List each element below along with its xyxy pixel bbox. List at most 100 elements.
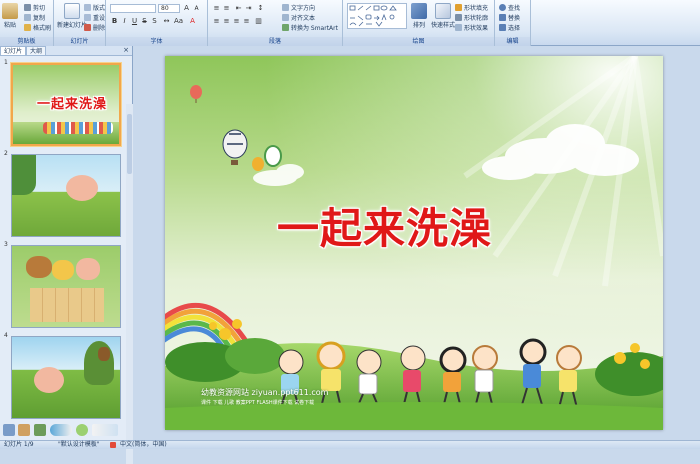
- chick-illustration: [52, 260, 74, 280]
- text-direction-icon: [282, 4, 289, 11]
- font-group-label: 字体: [106, 37, 207, 46]
- cloud-icon[interactable]: [92, 424, 118, 436]
- shrink-font-icon[interactable]: A: [192, 4, 201, 13]
- sorter-view-icon[interactable]: [18, 424, 30, 436]
- slide-number: 2: [4, 150, 8, 157]
- foreground-grass: [165, 402, 663, 430]
- slide-thumbnail-1[interactable]: 一起来洗澡: [11, 63, 121, 146]
- align-right-icon[interactable]: ≡: [232, 17, 241, 26]
- italic-icon[interactable]: I: [120, 17, 129, 26]
- strikethrough-icon[interactable]: S: [140, 17, 149, 26]
- replace-button[interactable]: 替换: [499, 13, 520, 22]
- layout-icon: [84, 4, 91, 11]
- find-button[interactable]: 查找: [499, 3, 520, 12]
- pen-icon: [455, 14, 462, 21]
- convert-smartart-button[interactable]: 转换为 SmartArt: [282, 23, 338, 32]
- proofing-icon[interactable]: [110, 442, 116, 448]
- tab-slides[interactable]: 幻灯片: [0, 46, 27, 55]
- shadow-icon[interactable]: S: [150, 17, 159, 26]
- quick-styles-button[interactable]: 快速样式: [431, 3, 455, 29]
- paste-button[interactable]: 粘贴: [2, 3, 18, 29]
- clipboard-group-label: 剪贴板: [0, 37, 53, 46]
- reset-icon: [84, 14, 91, 21]
- numbering-icon[interactable]: ≡: [222, 4, 231, 13]
- cut-button[interactable]: 剪切: [24, 3, 45, 12]
- paste-label: 粘贴: [3, 22, 16, 29]
- monkey-illustration: [98, 347, 110, 361]
- copy-button[interactable]: 复制: [24, 13, 45, 22]
- font-color-icon[interactable]: A: [188, 17, 197, 26]
- shapes-gallery-icons: [349, 5, 397, 27]
- new-slide-button[interactable]: 新建幻灯片: [57, 3, 87, 29]
- shape-fill-button[interactable]: 形状填充: [455, 3, 488, 12]
- bullets-icon[interactable]: ≡: [212, 4, 221, 13]
- text-direction-button[interactable]: 文字方向: [282, 3, 315, 12]
- pig-illustration: [34, 367, 64, 393]
- paragraph-group-label: 段落: [208, 37, 342, 46]
- quick-styles-icon: [435, 3, 451, 19]
- font-name-combo[interactable]: [110, 4, 156, 13]
- change-case-icon[interactable]: Aa: [174, 17, 183, 26]
- clipboard-group: 粘贴 剪切 复制 格式刷 剪贴板: [0, 0, 54, 46]
- swirl-icon[interactable]: [50, 424, 72, 436]
- paste-icon: [2, 3, 18, 19]
- tab-outline[interactable]: 大纲: [26, 46, 47, 55]
- shapes-gallery[interactable]: [347, 3, 407, 29]
- slide-number: 1: [4, 59, 8, 66]
- watermark-subtext: 课件 下载 儿歌 教案PPT FLASH课件下载 试卷下载: [201, 400, 315, 406]
- theme-name: "默认设计模板": [58, 441, 100, 448]
- paragraph-group: ≡ ≡ ⇤ ⇥ ↕ ≡ ≡ ≡ ≡ ▥ 文字方向 对齐文本 转换为 SmartA…: [208, 0, 343, 46]
- reset-button[interactable]: 重设: [84, 13, 105, 22]
- bold-icon[interactable]: B: [110, 17, 119, 26]
- increase-indent-icon[interactable]: ⇥: [244, 4, 253, 13]
- close-icon[interactable]: ×: [123, 46, 129, 55]
- justify-icon[interactable]: ≡: [242, 17, 251, 26]
- format-painter-button[interactable]: 格式刷: [24, 23, 51, 32]
- panel-tabs: 幻灯片 大纲 ×: [0, 46, 132, 56]
- dog-illustration: [26, 256, 52, 278]
- smartart-icon: [282, 24, 289, 31]
- main-slide[interactable]: 一起来洗澡 幼教资源网站 ziyuan.ppt611.com 课件 下载 儿歌 …: [165, 56, 663, 430]
- line-spacing-icon[interactable]: ↕: [256, 4, 265, 13]
- shape-icon[interactable]: [76, 424, 88, 436]
- layout-button[interactable]: 版式: [84, 3, 105, 12]
- cursor-icon: [499, 24, 506, 31]
- tree-illustration: [12, 155, 36, 195]
- align-left-icon[interactable]: ≡: [212, 17, 221, 26]
- quick-styles-label: 快速样式: [431, 22, 456, 29]
- font-size-combo[interactable]: 80: [158, 4, 180, 13]
- editing-group-label: 编辑: [495, 37, 530, 46]
- align-text-icon: [282, 14, 289, 21]
- slide-thumbnail-4[interactable]: [11, 336, 121, 419]
- slide-title[interactable]: 一起来洗澡: [277, 195, 492, 256]
- status-bar: 幻灯片 1/9 "默认设计模板" 中文(简体，中国): [0, 440, 700, 449]
- scissors-icon: [24, 4, 31, 11]
- normal-view-icon[interactable]: [3, 424, 15, 436]
- shape-effects-button[interactable]: 形状效果: [455, 23, 488, 32]
- align-center-icon[interactable]: ≡: [222, 17, 231, 26]
- select-button[interactable]: 选择: [499, 23, 520, 32]
- spacing-icon[interactable]: ↔: [162, 17, 171, 26]
- shape-outline-button[interactable]: 形状轮廓: [455, 13, 488, 22]
- slide-thumbnail-2[interactable]: [11, 154, 121, 237]
- slide-editor: 一起来洗澡 幼教资源网站 ziyuan.ppt611.com 课件 下载 儿歌 …: [134, 46, 700, 440]
- slide-thumbnail-3[interactable]: [11, 245, 121, 328]
- grow-font-icon[interactable]: A: [182, 4, 191, 13]
- replace-icon: [499, 14, 506, 21]
- drawing-group-label: 绘图: [343, 37, 494, 46]
- pig-illustration: [76, 258, 100, 280]
- picture-icon[interactable]: [34, 424, 46, 436]
- slide-count: 幻灯片 1/9: [4, 441, 34, 448]
- delete-icon: [84, 24, 91, 31]
- slides-panel: 幻灯片 大纲 × 1 一起来洗澡 2 3 4: [0, 46, 133, 464]
- columns-icon[interactable]: ▥: [254, 17, 263, 26]
- decrease-indent-icon[interactable]: ⇤: [234, 4, 243, 13]
- underline-icon[interactable]: U: [130, 17, 139, 26]
- new-slide-label: 新建幻灯片: [57, 22, 88, 29]
- delete-slide-button[interactable]: 删除: [84, 23, 105, 32]
- align-text-button[interactable]: 对齐文本: [282, 13, 315, 22]
- ribbon: 粘贴 剪切 复制 格式刷 剪贴板 新建幻灯片 版式 重设 删除 幻灯片 80 A…: [0, 0, 700, 46]
- scrollbar-thumb[interactable]: [127, 114, 132, 174]
- panel-scrollbar[interactable]: [126, 104, 133, 464]
- arrange-button[interactable]: 排列: [411, 3, 427, 29]
